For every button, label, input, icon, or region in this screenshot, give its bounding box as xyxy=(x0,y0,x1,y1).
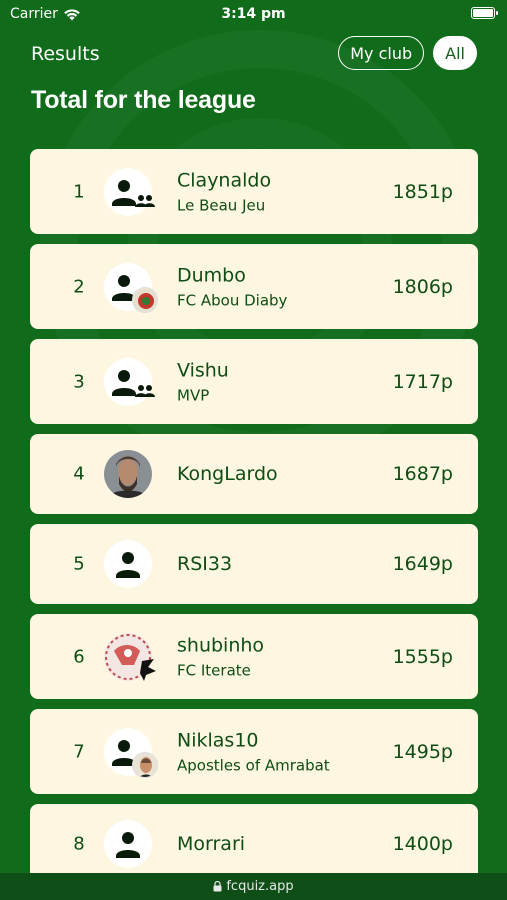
group-icon xyxy=(135,384,155,397)
avatar xyxy=(104,357,155,406)
player-name: Morrari xyxy=(177,833,246,855)
person-icon xyxy=(116,552,140,578)
player-name: KongLardo xyxy=(177,463,278,485)
header: Results My club All xyxy=(0,36,507,76)
player-points: 1717p xyxy=(392,370,453,393)
status-bar: Carrier 3:14 pm xyxy=(0,0,507,30)
player-points: 1400p xyxy=(392,833,453,855)
player-name: RSI33 xyxy=(177,553,233,575)
group-icon xyxy=(135,194,155,207)
avatar xyxy=(104,632,156,681)
player-name: Dumbo xyxy=(177,264,246,286)
club-name: FC Abou Diaby xyxy=(177,291,288,309)
avatar xyxy=(104,727,158,778)
player-info: RSI33 xyxy=(177,553,232,575)
leaderboard-row[interactable]: 5 RSI33 1649p xyxy=(30,524,478,604)
lock-icon xyxy=(213,881,222,892)
filter-all-button[interactable]: All xyxy=(433,36,477,70)
header-title: Results xyxy=(31,43,100,65)
user-photo-icon xyxy=(104,450,152,498)
leaderboard-row[interactable]: 3 Vishu MVP 1717p xyxy=(30,339,478,424)
player-info: Niklas10 Apostles of Amrabat xyxy=(177,729,330,774)
filter-toggle: My club All xyxy=(338,36,477,70)
player-points: 1495p xyxy=(392,740,453,763)
avatar xyxy=(104,262,158,313)
url-bar[interactable]: fcquiz.app xyxy=(0,873,507,900)
person-icon xyxy=(112,369,136,396)
player-points: 1555p xyxy=(392,645,453,668)
leaderboard-row[interactable]: 6 shubinho FC Iterate 1555p xyxy=(30,614,478,699)
club-name: Apostles of Amrabat xyxy=(177,756,330,774)
player-points: 1649p xyxy=(392,553,453,575)
face-photo-icon xyxy=(132,751,158,778)
player-name: Claynaldo xyxy=(177,169,272,191)
avatar xyxy=(104,450,152,498)
leaderboard-row[interactable]: 2 Dumbo FC Abou Diaby 1806p xyxy=(30,244,478,329)
filter-my-club-button[interactable]: My club xyxy=(338,36,425,70)
club-logo-icon xyxy=(104,632,156,681)
player-name: Vishu xyxy=(177,359,229,381)
leaderboard-row[interactable]: 1 Claynaldo Le Beau Jeu 1851p xyxy=(30,149,478,234)
avatar xyxy=(104,167,155,216)
club-name: Le Beau Jeu xyxy=(177,196,266,214)
avatar xyxy=(104,540,152,588)
player-info: KongLardo xyxy=(177,463,278,485)
player-info: Dumbo FC Abou Diaby xyxy=(177,264,287,309)
player-info: Morrari xyxy=(177,833,245,855)
battery-icon xyxy=(471,7,498,19)
player-points: 1687p xyxy=(392,463,453,485)
person-icon xyxy=(112,179,136,206)
club-name: MVP xyxy=(177,386,210,404)
leaderboard-list: 1 Claynaldo Le Beau Jeu 1851p 2 Dumbo FC… xyxy=(30,149,478,894)
club-crest-icon xyxy=(132,286,158,313)
player-points: 1806p xyxy=(392,275,453,298)
player-info: shubinho FC Iterate xyxy=(177,634,264,679)
player-name: shubinho xyxy=(177,634,265,656)
player-info: Claynaldo Le Beau Jeu xyxy=(177,169,271,214)
player-points: 1851p xyxy=(392,180,453,203)
person-icon xyxy=(116,832,140,858)
player-name: Niklas10 xyxy=(177,729,259,751)
leaderboard-row[interactable]: 7 Niklas10 Apostles of Amrabat 1495p xyxy=(30,709,478,794)
url-text: fcquiz.app xyxy=(226,879,294,894)
leaderboard-row[interactable]: 4 KongLardo 1687p xyxy=(30,434,478,514)
leaderboard-row[interactable]: 8 Morrari 1400p xyxy=(30,804,478,884)
page-title: Total for the league xyxy=(31,86,256,114)
avatar xyxy=(104,820,152,868)
club-name: FC Iterate xyxy=(177,661,251,679)
player-info: Vishu MVP xyxy=(177,359,229,404)
clock: 3:14 pm xyxy=(221,6,286,22)
